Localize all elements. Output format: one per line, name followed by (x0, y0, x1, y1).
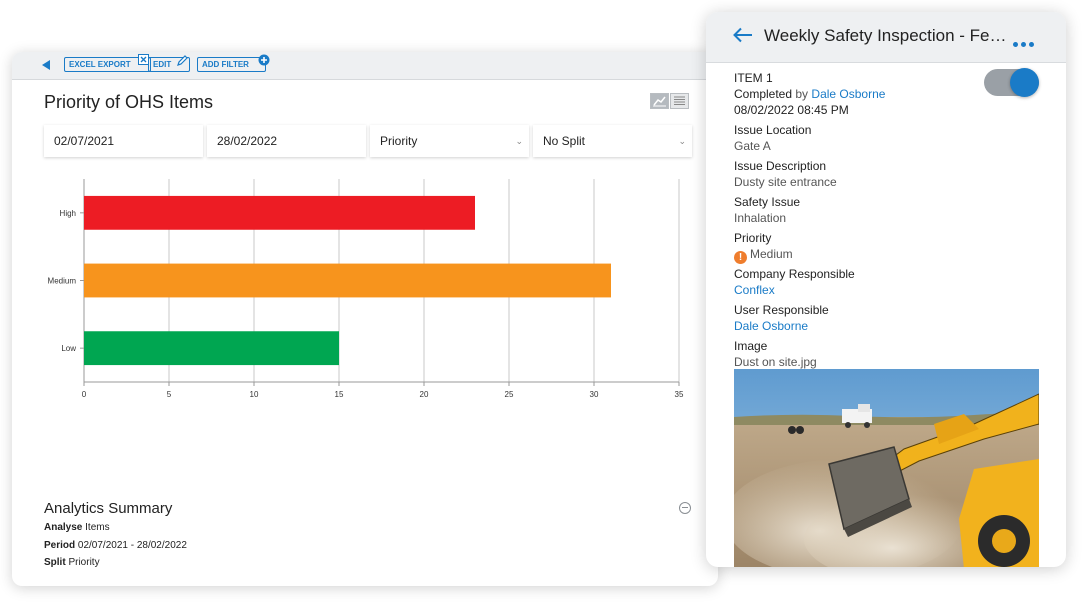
by-text: by (795, 87, 809, 101)
chevron-down-icon: ⌄ (678, 136, 686, 146)
issue-description-value: Dusty site entrance (734, 175, 837, 189)
company-label: Company Responsible (734, 267, 855, 281)
start-date-value: 02/07/2021 (54, 134, 115, 148)
x-tick-label: 5 (167, 390, 172, 399)
completed-toggle[interactable] (984, 68, 1039, 97)
category-label: High (60, 209, 76, 218)
excavator-dust-image (734, 369, 1039, 567)
safety-issue-value: Inhalation (734, 211, 787, 225)
bar-chart: 0 5 10 15 20 25 30 35 High Medium Low (48, 179, 684, 399)
completed-by-link[interactable]: Dale Osborne (811, 87, 885, 101)
edit-button[interactable]: EDIT (148, 55, 191, 72)
x-tick-label: 30 (590, 390, 599, 399)
issue-location-value: Gate A (734, 139, 771, 153)
chart-view-button[interactable] (650, 93, 669, 109)
period-value: 02/07/2021 - 28/02/2022 (77, 540, 187, 551)
completed-at: 08/02/2022 08:45 PM (734, 103, 849, 117)
back-arrow-icon[interactable] (733, 27, 753, 43)
priority-row: ! Medium (734, 246, 793, 264)
split-select[interactable]: No Split ⌄ (533, 125, 692, 157)
priority-label: Priority (734, 231, 772, 245)
completed-line: Completed by Dale Osborne (734, 86, 885, 102)
warning-icon: ! (734, 251, 747, 264)
split-value: No Split (543, 134, 586, 148)
x-tick-label: 25 (505, 390, 514, 399)
user-link[interactable]: Dale Osborne (734, 318, 808, 334)
list-view-icon (674, 96, 685, 105)
bar-low (84, 331, 339, 366)
category-label: Medium (48, 277, 77, 286)
bar-medium (84, 263, 611, 298)
page-title: Priority of OHS Items (44, 92, 214, 112)
bar-high (84, 195, 475, 230)
image-filename: Dust on site.jpg (734, 355, 817, 369)
analyse-value: Items (85, 522, 110, 533)
period-label: Period (44, 540, 76, 551)
add-filter-label: ADD FILTER (202, 60, 249, 69)
item-detail-panel: Weekly Safety Inspection - Febr... ITEM … (706, 12, 1066, 567)
category-label: Low (61, 344, 76, 353)
start-date-field[interactable]: 02/07/2021 (44, 125, 203, 157)
summary-analyse: Analyse Items (44, 522, 110, 533)
excel-export-button[interactable]: EXCEL EXPORT (64, 54, 151, 72)
item-heading: ITEM 1 (734, 70, 773, 86)
x-tick-label: 0 (82, 390, 87, 399)
plus-circle-icon (258, 54, 270, 66)
more-options-icon[interactable] (1013, 34, 1037, 52)
view-toggle[interactable] (650, 93, 690, 109)
summary-split: Split Priority (44, 557, 100, 568)
image-label: Image (734, 339, 768, 353)
user-label: User Responsible (734, 303, 829, 317)
collapse-icon[interactable] (679, 502, 691, 514)
back-icon[interactable] (42, 60, 50, 70)
add-filter-button[interactable]: ADD FILTER (197, 54, 270, 72)
x-tick-label: 10 (250, 390, 259, 399)
table-view-button[interactable] (670, 93, 689, 109)
item-label: ITEM 1 (734, 71, 773, 85)
completed-label: Completed (734, 87, 793, 101)
site-photo[interactable] (734, 369, 1039, 567)
excel-export-label: EXCEL EXPORT (69, 60, 131, 69)
split-summary-value: Priority (68, 557, 100, 568)
detail-header: Weekly Safety Inspection - Febr... (706, 12, 1066, 63)
issue-description-label: Issue Description (734, 159, 827, 173)
end-date-value: 28/02/2022 (217, 134, 278, 148)
toolbar: EXCEL EXPORT EDIT ADD FILTER (12, 52, 718, 80)
chevron-down-icon: ⌄ (515, 136, 523, 146)
x-tick-label: 15 (335, 390, 344, 399)
x-tick-label: 20 (420, 390, 429, 399)
detail-title: Weekly Safety Inspection - Febr... (764, 26, 1012, 45)
safety-issue-label: Safety Issue (734, 195, 801, 209)
analytics-card: EXCEL EXPORT EDIT ADD FILTER Priority of… (12, 52, 718, 586)
group-by-select[interactable]: Priority ⌄ (370, 125, 529, 157)
summary-period: Period 02/07/2021 - 28/02/2022 (44, 540, 187, 551)
company-link[interactable]: Conflex (734, 282, 775, 298)
priority-value: Medium (750, 247, 793, 261)
completed-time: 08/02/2022 08:45 PM (734, 102, 849, 118)
issue-location-label: Issue Location (734, 123, 812, 137)
pencil-icon (177, 55, 189, 66)
chart-view-icon (653, 96, 666, 107)
x-tick-label: 35 (675, 390, 684, 399)
edit-label: EDIT (153, 60, 172, 69)
split-label: Split (44, 557, 66, 568)
summary-title: Analytics Summary (44, 500, 173, 517)
toggle-knob (1010, 68, 1039, 97)
group-by-value: Priority (380, 134, 418, 148)
analyse-label: Analyse (44, 522, 83, 533)
end-date-field[interactable]: 28/02/2022 (207, 125, 366, 157)
